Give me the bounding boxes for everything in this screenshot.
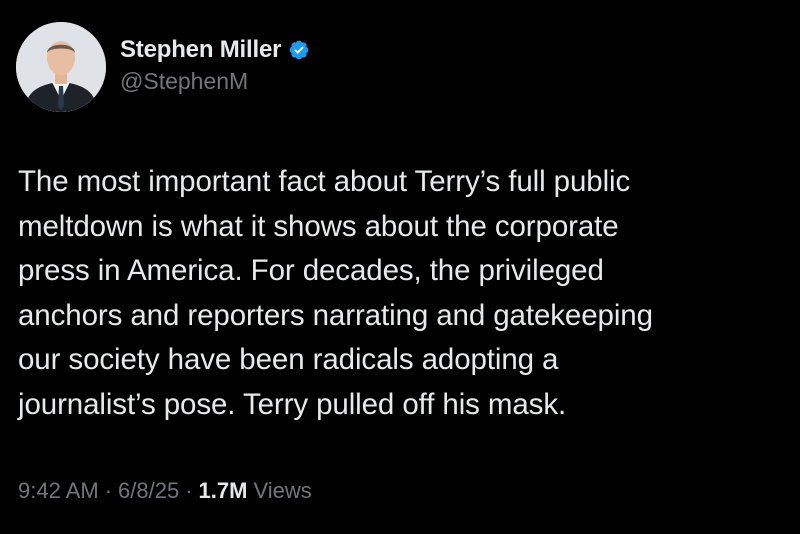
tweet-meta: 9:42 AM · 6/8/25 · 1.7M Views (18, 478, 312, 504)
tweet-text: The most important fact about Terry’s fu… (18, 165, 653, 421)
views-label[interactable]: Views (253, 478, 311, 504)
tweet-card: Stephen Miller @StephenM The most import… (0, 0, 800, 534)
author-name-row: Stephen Miller (120, 34, 310, 66)
views-count[interactable]: 1.7M (199, 478, 248, 504)
meta-separator: · (104, 478, 113, 503)
author-block: Stephen Miller @StephenM (120, 34, 310, 95)
author-handle[interactable]: @StephenM (120, 68, 310, 95)
tweet-time[interactable]: 9:42 AM (18, 478, 99, 504)
tweet-date[interactable]: 6/8/25 (118, 478, 179, 504)
avatar[interactable] (16, 22, 106, 112)
author-name[interactable]: Stephen Miller (120, 36, 281, 64)
avatar-image (16, 22, 106, 112)
verified-badge-icon[interactable] (288, 39, 310, 61)
meta-separator: · (185, 478, 193, 503)
